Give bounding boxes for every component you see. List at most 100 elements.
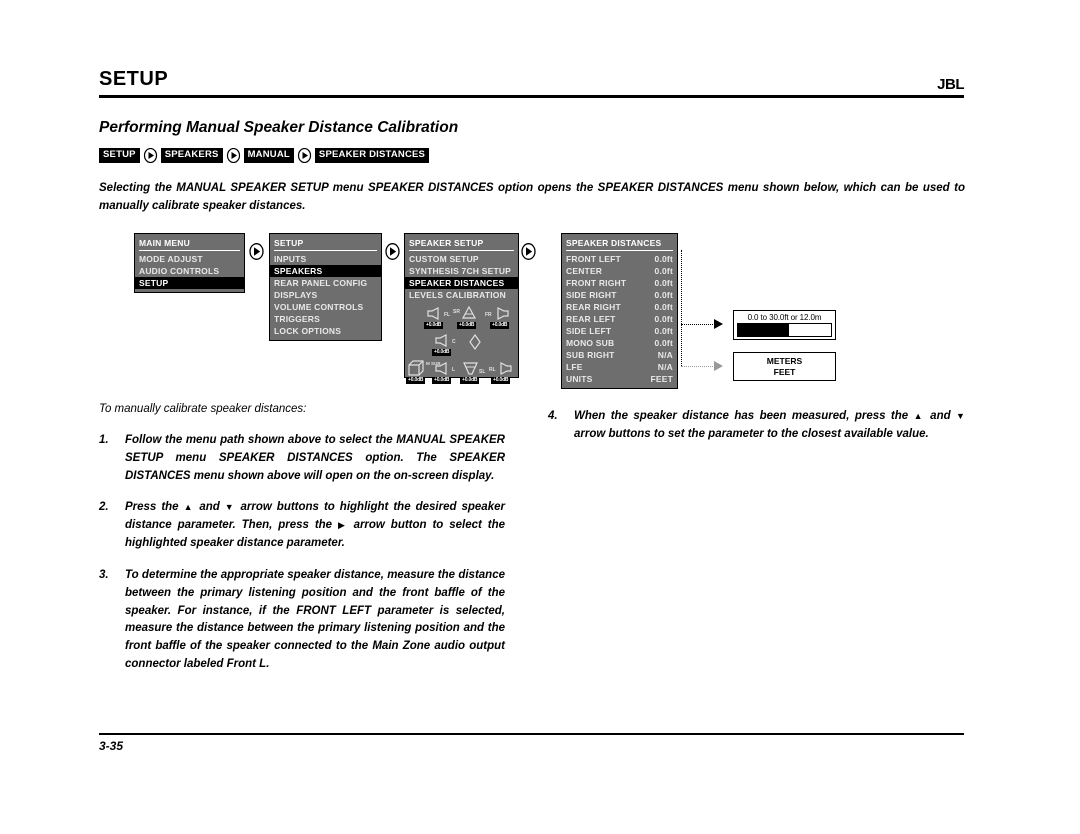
step-number: 2. <box>99 501 109 514</box>
breadcrumb-item-speakers[interactable]: SPEAKERS <box>160 148 223 163</box>
menu-item-label: SYNTHESIS 7CH SETUP <box>409 266 512 276</box>
distance-row[interactable]: REAR RIGHT 0.0ft <box>562 301 677 313</box>
menu-item-displays[interactable]: DISPLAYS <box>270 289 381 301</box>
distance-row[interactable]: CENTER 0.0ft <box>562 265 677 277</box>
distance-label: SIDE RIGHT <box>566 290 617 300</box>
breadcrumb-item-setup[interactable]: SETUP <box>99 148 140 163</box>
speaker-db-fr: +0.0dB <box>490 322 510 329</box>
menu-item-rear-panel-config[interactable]: REAR PANEL CONFIG <box>270 277 381 289</box>
menu-item-label: SPEAKERS <box>274 266 323 276</box>
speaker-label-c: C <box>452 339 456 345</box>
chevron-right-icon <box>297 148 312 163</box>
leader-arrow-range <box>714 319 723 329</box>
step-2: 2. Press the ▲ and ▼ arrow buttons to hi… <box>99 499 505 552</box>
menu-item-lock-options[interactable]: LOCK OPTIONS <box>270 325 381 337</box>
menu-item-synthesis-7ch-setup[interactable]: SYNTHESIS 7CH SETUP <box>405 265 518 277</box>
menu-item-mode-adjust[interactable]: MODE ADJUST <box>135 253 244 265</box>
menu-item-setup[interactable]: SETUP <box>135 277 244 289</box>
speaker-label-fr: FR <box>485 312 492 318</box>
distance-row[interactable]: REAR LEFT 0.0ft <box>562 313 677 325</box>
distance-label: FRONT LEFT <box>566 254 621 264</box>
distance-label: REAR LEFT <box>566 314 616 324</box>
units-option-feet[interactable]: FEET <box>774 367 796 378</box>
breadcrumb-item-manual[interactable]: MANUAL <box>243 148 294 163</box>
distance-value: 0.0ft <box>654 266 673 276</box>
leader-line-units <box>681 366 715 367</box>
menu-item-inputs[interactable]: INPUTS <box>270 253 381 265</box>
distance-label: FRONT RIGHT <box>566 278 627 288</box>
menu-flow-arrow-icon <box>520 243 537 260</box>
range-slider[interactable] <box>737 323 832 337</box>
menu-item-levels-calibration[interactable]: LEVELS CALIBRATION <box>405 289 518 301</box>
step-text-part: Press the <box>125 501 179 514</box>
breadcrumb: SETUP SPEAKERS MANUAL SPEAKER DISTANCES <box>99 148 430 163</box>
breadcrumb-item-speaker-distances[interactable]: SPEAKER DISTANCES <box>314 148 430 163</box>
page-title: SETUP <box>99 68 169 90</box>
callout-distance-range: 0.0 to 30.0ft or 12.0m <box>733 310 836 340</box>
manual-page: SETUP JBL Performing Manual Speaker Dist… <box>0 0 1080 834</box>
speaker-label-sr: SR <box>453 309 460 315</box>
step-text-part: When the speaker distance has been measu… <box>574 410 909 422</box>
speaker-db-c: +0.0dB <box>432 349 452 356</box>
distance-row[interactable]: FRONT LEFT 0.0ft <box>562 253 677 265</box>
distance-label: SIDE LEFT <box>566 326 612 336</box>
distance-row-units[interactable]: UNITS FEET <box>562 373 677 385</box>
step-text: When the speaker distance has been measu… <box>574 408 965 444</box>
distance-row[interactable]: FRONT RIGHT 0.0ft <box>562 277 677 289</box>
osd-speaker-distances-menu: SPEAKER DISTANCES FRONT LEFT 0.0ft CENTE… <box>561 233 678 389</box>
speaker-label-rl: RL <box>489 367 496 373</box>
step-number: 1. <box>99 434 109 446</box>
step-text: Press the ▲ and ▼ arrow buttons to highl… <box>125 499 505 552</box>
distance-row[interactable]: SUB RIGHT N/A <box>562 349 677 361</box>
menu-item-triggers[interactable]: TRIGGERS <box>270 313 381 325</box>
listening-position-icon <box>468 333 482 355</box>
step-text-part: and <box>199 501 220 514</box>
osd-speaker-setup-menu: SPEAKER SETUP CUSTOM SETUP SYNTHESIS 7CH… <box>404 233 519 384</box>
arrow-up-icon: ▲ <box>183 502 195 513</box>
distance-row[interactable]: MONO SUB 0.0ft <box>562 337 677 349</box>
step-text: To determine the appropriate speaker dis… <box>125 568 505 670</box>
instruction-steps-left: 1. Follow the menu path shown above to s… <box>99 432 505 688</box>
step-number: 4. <box>548 410 558 422</box>
step-3: 3. To determine the appropriate speaker … <box>99 567 505 674</box>
menu-item-speakers[interactable]: SPEAKERS <box>270 265 381 277</box>
distance-value: 0.0ft <box>654 254 673 264</box>
arrow-right-icon: ▶ <box>338 520 348 531</box>
menu-item-volume-controls[interactable]: VOLUME CONTROLS <box>270 301 381 313</box>
divider <box>274 250 377 251</box>
menu-item-custom-setup[interactable]: CUSTOM SETUP <box>405 253 518 265</box>
callout-units-options: METERS FEET <box>733 352 836 381</box>
jbl-logo: JBL <box>937 76 964 93</box>
header-rule <box>99 95 964 98</box>
distance-value: 0.0ft <box>654 326 673 336</box>
divider <box>566 250 673 251</box>
speaker-label-sl: SL <box>479 369 486 375</box>
units-option-meters[interactable]: METERS <box>767 356 802 367</box>
menu-item-label: AUDIO CONTROLS <box>139 266 220 276</box>
osd-title: SPEAKER SETUP <box>409 238 484 248</box>
page-header: SETUP JBL <box>99 68 964 93</box>
page-number: 3-35 <box>99 739 124 753</box>
menu-item-label: SPEAKER DISTANCES <box>409 278 505 288</box>
distance-value: N/A <box>657 350 673 360</box>
arrow-down-icon: ▼ <box>956 411 965 421</box>
osd-title: SPEAKER DISTANCES <box>566 238 662 248</box>
osd-main-menu: MAIN MENU MODE ADJUST AUDIO CONTROLS SET… <box>134 233 245 293</box>
step-text-part: arrow buttons to set the parameter to th… <box>574 427 929 440</box>
osd-title: SETUP <box>274 238 304 248</box>
menu-item-label: REAR PANEL CONFIG <box>274 278 368 288</box>
distance-row[interactable]: SIDE LEFT 0.0ft <box>562 325 677 337</box>
distance-label: REAR RIGHT <box>566 302 621 312</box>
distance-row[interactable]: SIDE RIGHT 0.0ft <box>562 289 677 301</box>
distance-row[interactable]: LFE N/A <box>562 361 677 373</box>
menu-item-speaker-distances[interactable]: SPEAKER DISTANCES <box>405 277 518 289</box>
distance-label: CENTER <box>566 266 603 276</box>
chevron-right-icon <box>143 148 158 163</box>
distance-label: SUB RIGHT <box>566 350 615 360</box>
step-1: 1. Follow the menu path shown above to s… <box>99 432 505 485</box>
distance-label: LFE <box>566 362 583 372</box>
menu-item-audio-controls[interactable]: AUDIO CONTROLS <box>135 265 244 277</box>
speaker-db-sr: +0.0dB <box>457 322 477 329</box>
speaker-label-fl: FL <box>444 312 451 318</box>
distance-value: FEET <box>650 374 673 384</box>
